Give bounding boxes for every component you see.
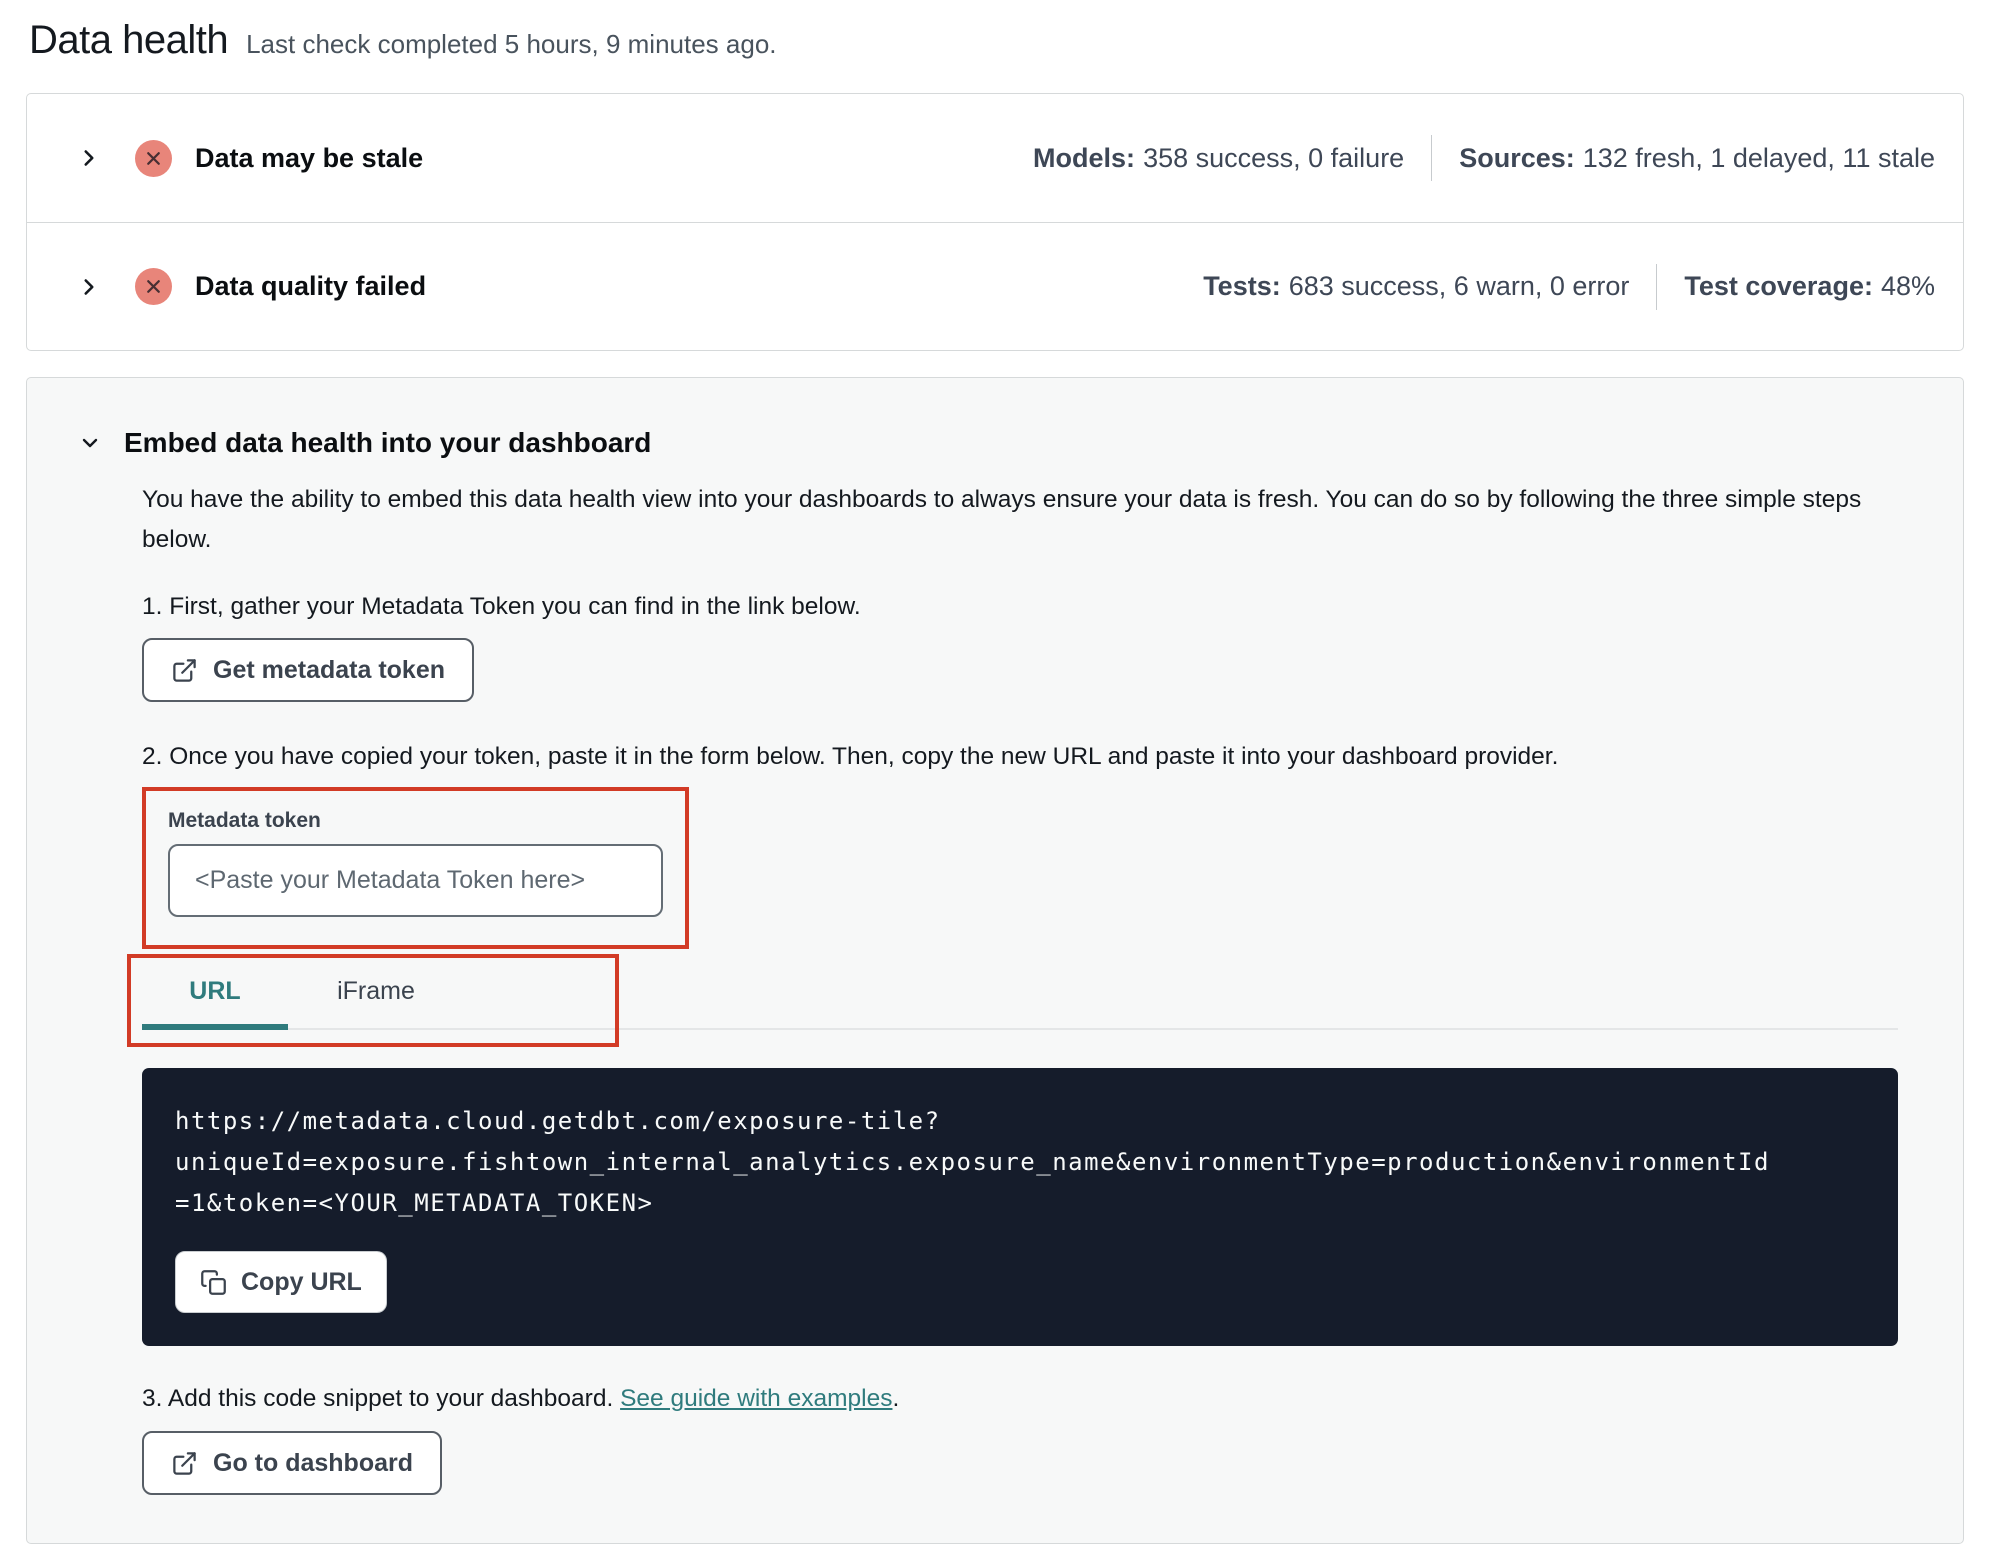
go-to-dashboard-label: Go to dashboard bbox=[213, 1448, 413, 1477]
metadata-token-label: Metadata token bbox=[168, 809, 321, 832]
tests-stat-label: Tests: bbox=[1203, 271, 1281, 301]
data-health-page: Data health Last check completed 5 hours… bbox=[0, 0, 1990, 1544]
models-stat: Models: 358 success, 0 failure bbox=[1033, 143, 1404, 174]
models-stat-value: 358 success, 0 failure bbox=[1143, 142, 1405, 173]
chevron-down-icon[interactable] bbox=[78, 431, 102, 455]
models-stat-label: Models: bbox=[1033, 142, 1136, 173]
status-row-stale[interactable]: Data may be stale Models: 358 success, 0 … bbox=[27, 94, 1963, 222]
metadata-token-input[interactable] bbox=[168, 844, 663, 917]
copy-url-button[interactable]: Copy URL bbox=[175, 1251, 387, 1313]
page-title: Data health bbox=[29, 18, 229, 62]
step-3-suffix: . bbox=[892, 1385, 900, 1412]
test-coverage-stat-value: 48% bbox=[1880, 271, 1935, 301]
output-format-tabs: URL iFrame bbox=[142, 963, 1898, 1030]
error-x-circle-icon bbox=[135, 268, 172, 305]
stat-divider bbox=[1656, 263, 1658, 310]
status-row-stats: Tests: 683 success, 6 warn, 0 error Test … bbox=[1203, 263, 1935, 310]
tabs-region: URL iFrame bbox=[127, 954, 1898, 1047]
tab-iframe[interactable]: iFrame bbox=[303, 963, 449, 1030]
status-card: Data may be stale Models: 358 success, 0 … bbox=[26, 93, 1964, 351]
chevron-right-icon[interactable] bbox=[76, 274, 102, 300]
embed-section-title: Embed data health into your dashboard bbox=[124, 427, 652, 458]
status-row-label: Data may be stale bbox=[195, 142, 424, 173]
embed-url-text: https://metadata.cloud.getdbt.com/exposu… bbox=[175, 1107, 1770, 1217]
test-coverage-stat: Test coverage: 48% bbox=[1684, 271, 1935, 302]
get-metadata-token-label: Get metadata token bbox=[213, 655, 446, 684]
embed-description: You have the ability to embed this data … bbox=[142, 486, 1862, 553]
sources-stat-label: Sources: bbox=[1459, 142, 1575, 173]
external-link-icon bbox=[173, 1451, 196, 1475]
embed-section-card: Embed data health into your dashboard Yo… bbox=[26, 377, 1964, 1544]
copy-icon bbox=[201, 1269, 226, 1295]
step-2-text: 2. Once you have copied your token, past… bbox=[142, 743, 1559, 770]
embed-section-header[interactable]: Embed data health into your dashboard bbox=[78, 427, 1898, 459]
last-check-status: Last check completed 5 hours, 9 minutes … bbox=[246, 29, 777, 59]
step-3-prefix: 3. Add this code snippet to your dashboa… bbox=[142, 1385, 621, 1412]
external-link-icon bbox=[173, 658, 196, 682]
step-1-text: 1. First, gather your Metadata Token you… bbox=[142, 593, 861, 620]
status-row-stats: Models: 358 success, 0 failure Sources: 13… bbox=[1033, 135, 1935, 181]
sources-stat: Sources: 132 fresh, 1 delayed, 11 stale bbox=[1459, 143, 1935, 174]
stat-divider bbox=[1431, 135, 1433, 181]
copy-url-label: Copy URL bbox=[241, 1267, 362, 1296]
error-x-circle-icon bbox=[135, 139, 172, 177]
sources-stat-value: 132 fresh, 1 delayed, 11 stale bbox=[1582, 142, 1935, 173]
status-row-quality[interactable]: Data quality failed Tests: 683 success, 6… bbox=[27, 222, 1963, 350]
status-row-label: Data quality failed bbox=[195, 271, 427, 301]
page-header: Data health Last check completed 5 hours… bbox=[26, 18, 1964, 63]
token-field-annotation-box: Metadata token bbox=[142, 787, 689, 949]
test-coverage-stat-label: Test coverage: bbox=[1684, 271, 1873, 301]
embed-url-code-block: https://metadata.cloud.getdbt.com/exposu… bbox=[142, 1068, 1898, 1346]
guide-examples-link[interactable]: See guide with examples bbox=[620, 1385, 892, 1412]
embed-section-body: You have the ability to embed this data … bbox=[78, 480, 1898, 1495]
tab-url[interactable]: URL bbox=[142, 963, 288, 1030]
go-to-dashboard-button[interactable]: Go to dashboard bbox=[142, 1431, 442, 1495]
tests-stat-value: 683 success, 6 warn, 0 error bbox=[1288, 271, 1630, 301]
chevron-right-icon[interactable] bbox=[76, 145, 102, 171]
get-metadata-token-button[interactable]: Get metadata token bbox=[142, 638, 475, 702]
tests-stat: Tests: 683 success, 6 warn, 0 error bbox=[1203, 271, 1629, 302]
step-3-text: 3. Add this code snippet to your dashboa… bbox=[142, 1385, 1898, 1413]
